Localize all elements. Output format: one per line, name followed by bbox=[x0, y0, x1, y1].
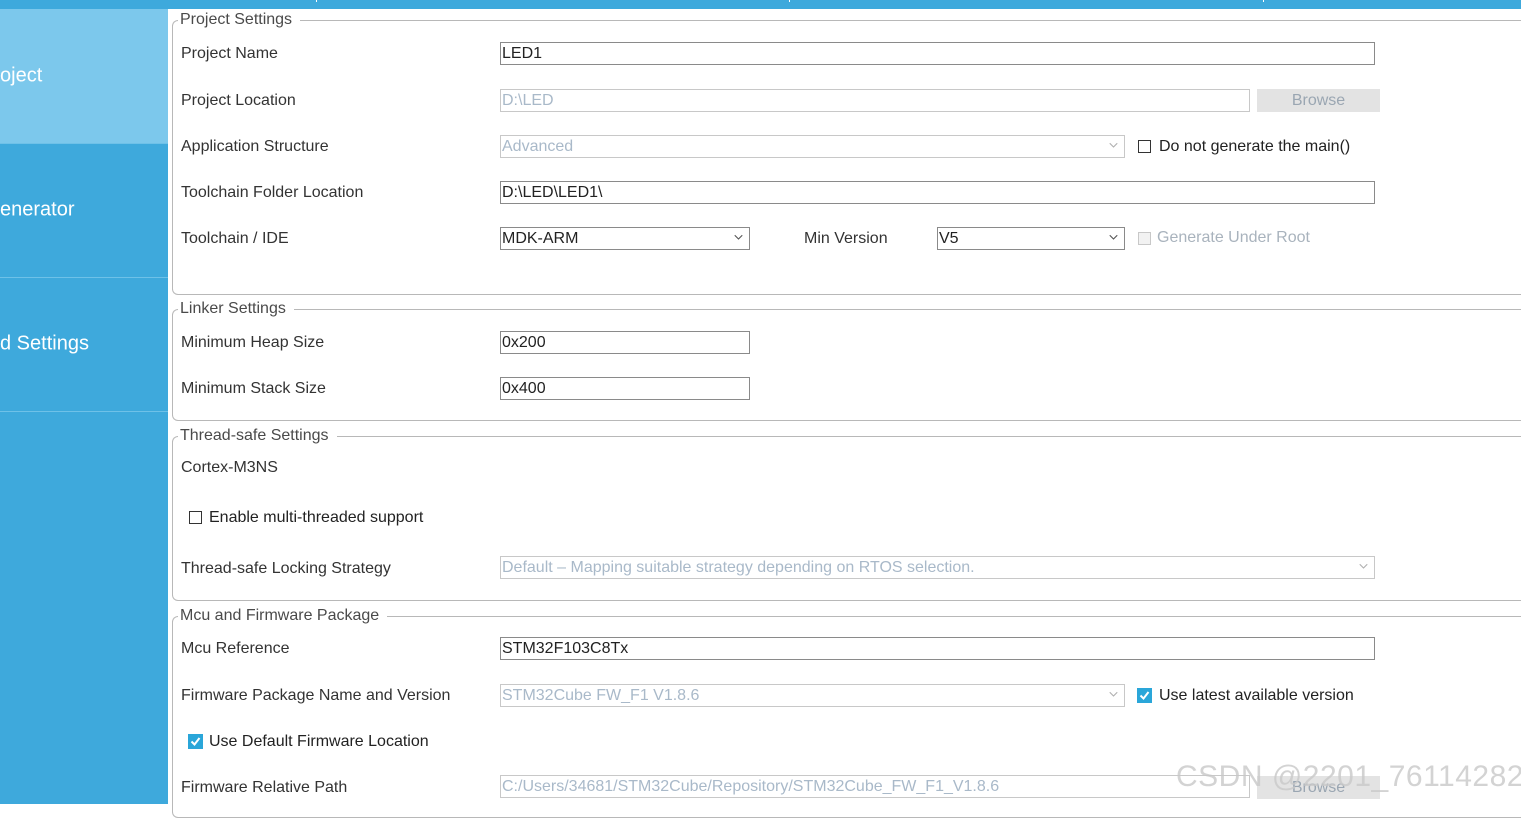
locking-strategy-value: Default – Mapping suitable strategy depe… bbox=[502, 559, 975, 576]
sidebar-item-project[interactable]: oject bbox=[0, 9, 168, 144]
group-title: Thread-safe Settings bbox=[178, 427, 337, 445]
chevron-down-icon bbox=[734, 234, 743, 240]
checkmark-icon bbox=[1139, 691, 1150, 701]
min-heap-input[interactable]: 0x200 bbox=[500, 331, 750, 354]
firmware-relative-path-label: Firmware Relative Path bbox=[181, 779, 348, 796]
project-location-label: Project Location bbox=[181, 92, 296, 109]
min-heap-label: Minimum Heap Size bbox=[181, 334, 325, 351]
watermark: CSDN @2201_76114282 bbox=[1176, 760, 1521, 793]
toolchain-folder-input[interactable]: D:\LED\LED1\ bbox=[500, 181, 1375, 204]
min-version-label: Min Version bbox=[804, 230, 888, 247]
top-tab-strip bbox=[0, 0, 1521, 9]
min-version-select[interactable]: V5 bbox=[937, 227, 1125, 250]
firmware-package-label: Firmware Package Name and Version bbox=[181, 687, 451, 704]
application-structure-select[interactable]: Advanced bbox=[500, 135, 1125, 158]
do-not-generate-main-label: Do not generate the main() bbox=[1159, 138, 1351, 155]
core-label: Cortex-M3NS bbox=[181, 459, 278, 476]
chevron-down-icon bbox=[1359, 563, 1368, 569]
min-stack-label: Minimum Stack Size bbox=[181, 380, 326, 397]
mcu-reference-label: Mcu Reference bbox=[181, 640, 290, 657]
use-latest-version-checkbox[interactable] bbox=[1137, 688, 1152, 703]
application-structure-value: Advanced bbox=[502, 138, 574, 155]
project-location-input[interactable]: D:\LED bbox=[500, 89, 1250, 112]
sidebar-item-advanced-settings[interactable]: d Settings bbox=[0, 277, 168, 412]
linker-settings-group: Linker Settings bbox=[172, 300, 1521, 421]
sidebar-item-label: oject bbox=[0, 64, 43, 87]
sidebar-item-label: enerator bbox=[0, 198, 75, 221]
tab-separator bbox=[316, 0, 317, 2]
application-structure-label: Application Structure bbox=[181, 138, 329, 155]
project-name-label: Project Name bbox=[181, 45, 278, 62]
group-title: Mcu and Firmware Package bbox=[178, 607, 388, 625]
sidebar-item-label: d Settings bbox=[0, 332, 89, 355]
tab-separator bbox=[1263, 0, 1264, 2]
use-default-firmware-location-checkbox[interactable] bbox=[188, 734, 203, 749]
toolchain-ide-label: Toolchain / IDE bbox=[181, 230, 289, 247]
firmware-package-select[interactable]: STM32Cube FW_F1 V1.8.6 bbox=[500, 684, 1125, 707]
locking-strategy-label: Thread-safe Locking Strategy bbox=[181, 560, 391, 577]
generate-under-root-checkbox[interactable] bbox=[1138, 232, 1151, 245]
settings-panel: Project Settings Project Name LED1 Proje… bbox=[168, 9, 1521, 818]
chevron-down-icon bbox=[1109, 234, 1118, 240]
chevron-down-icon bbox=[1109, 691, 1118, 697]
generate-under-root-label: Generate Under Root bbox=[1157, 229, 1310, 246]
project-name-input[interactable]: LED1 bbox=[500, 42, 1375, 65]
mcu-reference-input[interactable]: STM32F103C8Tx bbox=[500, 637, 1375, 660]
firmware-relative-path-input[interactable]: C:/Users/34681/STM32Cube/Repository/STM3… bbox=[500, 775, 1250, 798]
toolchain-ide-select[interactable]: MDK-ARM bbox=[500, 227, 750, 250]
toolchain-folder-label: Toolchain Folder Location bbox=[181, 184, 364, 201]
use-latest-version-label: Use latest available version bbox=[1159, 687, 1354, 704]
tab-separator bbox=[789, 0, 790, 2]
project-location-browse-button[interactable]: Browse bbox=[1257, 89, 1380, 112]
min-stack-input[interactable]: 0x400 bbox=[500, 377, 750, 400]
min-version-value: V5 bbox=[939, 230, 959, 247]
sidebar-item-code-generator[interactable]: enerator bbox=[0, 143, 168, 278]
multi-threaded-label: Enable multi-threaded support bbox=[209, 509, 424, 526]
locking-strategy-select[interactable]: Default – Mapping suitable strategy depe… bbox=[500, 556, 1375, 579]
sidebar: oject enerator d Settings bbox=[0, 9, 168, 804]
firmware-package-value: STM32Cube FW_F1 V1.8.6 bbox=[502, 687, 700, 704]
do-not-generate-main-checkbox[interactable] bbox=[1138, 140, 1151, 153]
chevron-down-icon bbox=[1109, 142, 1118, 148]
use-default-firmware-location-label: Use Default Firmware Location bbox=[209, 733, 429, 750]
group-title: Project Settings bbox=[178, 11, 301, 29]
checkmark-icon bbox=[190, 737, 201, 747]
multi-threaded-checkbox[interactable] bbox=[189, 511, 202, 524]
toolchain-ide-value: MDK-ARM bbox=[502, 230, 579, 247]
group-title: Linker Settings bbox=[178, 300, 294, 318]
